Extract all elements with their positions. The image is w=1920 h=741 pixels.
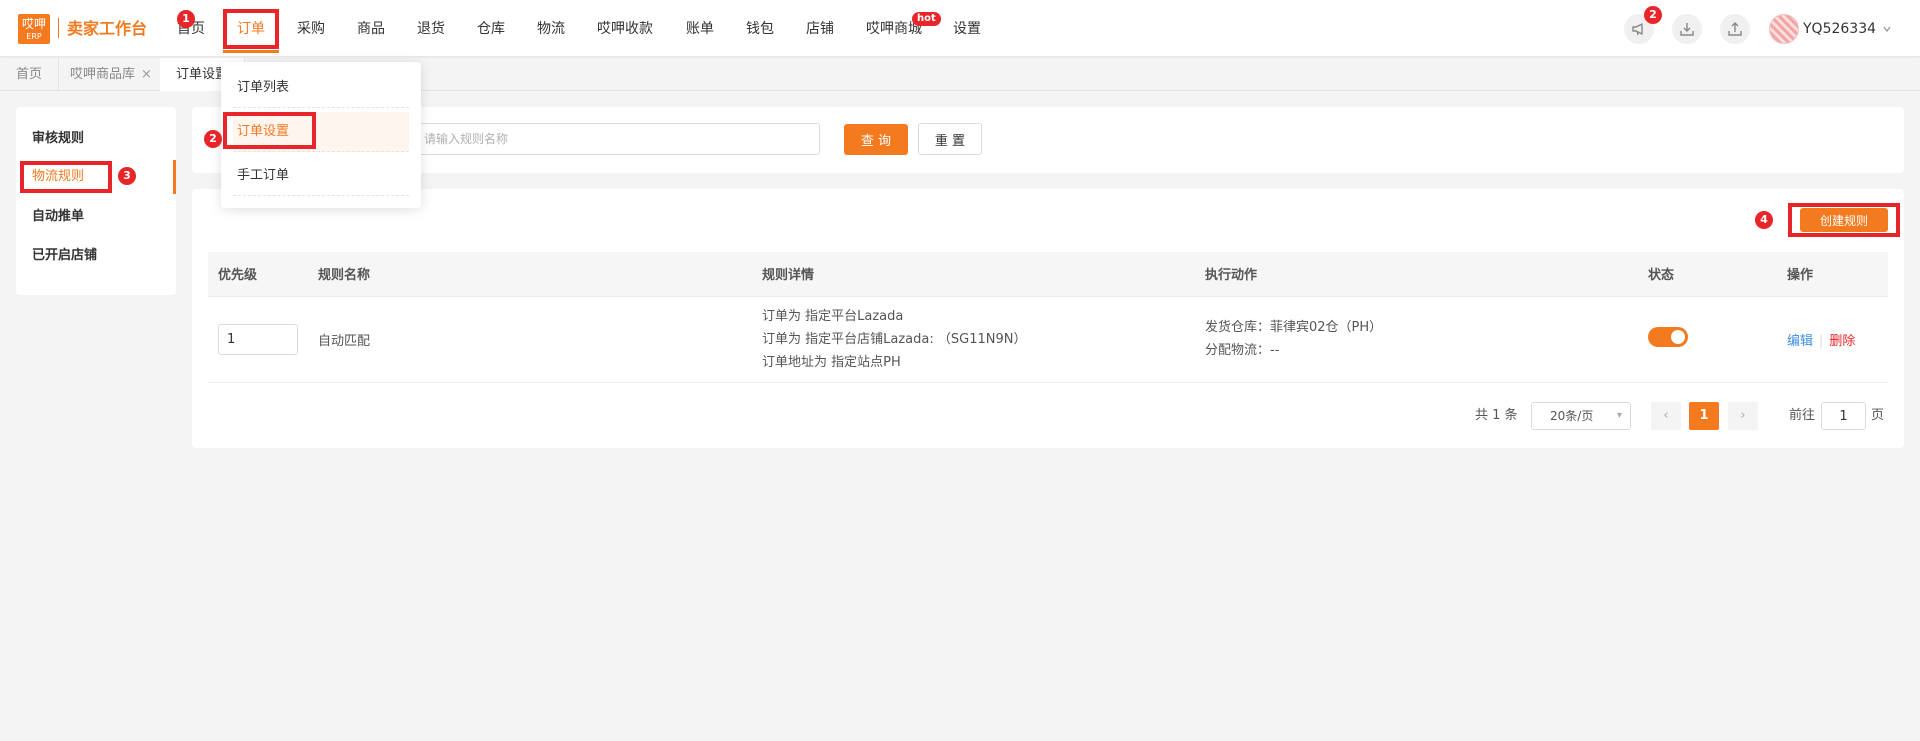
query-button[interactable]: 查 询 [844, 124, 908, 155]
column-actions: 执行动作 [1195, 252, 1638, 297]
logo-divider [58, 18, 59, 38]
nav-purchase[interactable]: 采购 [297, 19, 325, 39]
nav-bills[interactable]: 账单 [686, 19, 714, 39]
top-bar: 哎呷 ERP 卖家工作台 首页 订单 采购 商品 退货 仓库 物流 哎呷收款 账… [0, 0, 1920, 57]
avatar[interactable] [1769, 14, 1799, 44]
column-priority: 优先级 [208, 252, 308, 297]
close-icon[interactable]: × [141, 67, 152, 82]
active-nav-underline [223, 50, 279, 53]
menu-item-manual-order[interactable]: 手工订单 [233, 156, 409, 196]
tab-label: 首页 [16, 67, 43, 82]
highlight-box-order-settings [223, 112, 316, 149]
tab-label: 哎呷商品库 [70, 67, 136, 82]
priority-input[interactable] [218, 323, 298, 355]
step-marker-3: 3 [118, 167, 136, 185]
column-rule-details: 规则详情 [752, 252, 1195, 297]
page-size-value: 20条/页 [1550, 409, 1594, 423]
tab-home[interactable]: 首页 [0, 58, 60, 91]
nav-warehouse[interactable]: 仓库 [477, 19, 505, 39]
notification-badge: 2 [1644, 6, 1662, 24]
priority-cell [208, 296, 308, 383]
edit-link[interactable]: 编辑 [1787, 334, 1813, 349]
rule-detail-line: 订单为 指定平台Lazada [762, 308, 904, 324]
table-row: 自动匹配 订单为 指定平台Lazada 订单为 指定平台店铺Lazada: （S… [208, 296, 1888, 383]
nav-payments[interactable]: 哎呷收款 [597, 19, 653, 39]
logo-subtext: ERP [26, 32, 42, 41]
table-header-row: 优先级 规则名称 规则详情 执行动作 状态 操作 [208, 252, 1888, 297]
rule-action-line: 发货仓库：菲律宾02仓（PH） [1205, 320, 1383, 335]
rules-panel: 创建规则 4 优先级 规则名称 规则详情 执行动作 状态 操作 自动匹配 订单为… [192, 189, 1904, 448]
nav-wallet[interactable]: 钱包 [746, 19, 774, 39]
highlight-box-create-rule [1788, 203, 1900, 237]
status-cell [1638, 296, 1777, 383]
nav-logistics[interactable]: 物流 [537, 19, 565, 39]
nav-stores[interactable]: 店铺 [806, 19, 834, 39]
pagination-total: 共 1 条 [1475, 408, 1518, 423]
brand-title: 卖家工作台 [67, 19, 148, 38]
nav-returns[interactable]: 退货 [417, 19, 445, 39]
goto-label: 前往 [1789, 408, 1816, 423]
menu-item-order-list[interactable]: 订单列表 [233, 68, 409, 108]
rule-name-input[interactable] [415, 123, 820, 155]
step-marker-1: 1 [177, 10, 195, 28]
delete-link[interactable]: 删除 [1829, 334, 1855, 349]
chevron-down-icon[interactable] [1882, 23, 1892, 38]
next-page-button[interactable]: › [1728, 402, 1758, 430]
nav-products[interactable]: 商品 [357, 19, 385, 39]
reset-button[interactable]: 重 置 [918, 123, 982, 155]
goto-page-input[interactable] [1821, 402, 1866, 430]
column-status: 状态 [1638, 252, 1777, 297]
sidebar-item-enabled-stores[interactable]: 已开启店铺 [32, 247, 97, 265]
tab-product-library[interactable]: 哎呷商品库 × [54, 58, 169, 91]
search-panel: 查 询 重 置 [192, 107, 1904, 173]
status-toggle[interactable] [1648, 327, 1688, 347]
upload-icon[interactable] [1720, 14, 1750, 44]
rule-action-line: 分配物流：-- [1205, 343, 1280, 358]
sidebar-item-auto-push[interactable]: 自动推单 [32, 208, 84, 226]
highlight-box-orders [223, 9, 279, 49]
download-icon[interactable] [1672, 14, 1702, 44]
rule-detail-line: 订单地址为 指定站点PH [762, 354, 901, 370]
sidebar-item-review-rules[interactable]: 审核规则 [32, 130, 84, 148]
column-operations: 操作 [1777, 252, 1888, 297]
rule-actions-cell: 发货仓库：菲律宾02仓（PH） 分配物流：-- [1195, 296, 1638, 383]
logo-text: 哎呷 [21, 17, 46, 31]
rule-detail-line: 订单为 指定平台店铺Lazada: （SG11N9N） [762, 331, 1027, 347]
page-size-select[interactable]: 20条/页 ▾ [1531, 402, 1631, 430]
toggle-knob [1671, 330, 1685, 344]
chevron-down-icon: ▾ [1616, 410, 1622, 421]
page-number-1[interactable]: 1 [1689, 402, 1719, 430]
page-suffix-label: 页 [1871, 408, 1885, 423]
step-marker-2: 2 [204, 130, 222, 148]
operations-cell: 编辑 | 删除 [1777, 296, 1888, 383]
highlight-box-logistics-rules [20, 161, 112, 193]
step-marker-4: 4 [1755, 211, 1773, 229]
rules-sidebar: 审核规则 物流规则 自动推单 已开启店铺 3 [16, 107, 176, 295]
rule-details-cell: 订单为 指定平台Lazada 订单为 指定平台店铺Lazada: （SG11N9… [752, 296, 1195, 383]
operation-divider: | [1819, 333, 1824, 349]
username[interactable]: YQ526334 [1803, 19, 1876, 39]
column-rule-name: 规则名称 [308, 252, 752, 297]
active-indicator [173, 160, 176, 194]
logo: 哎呷 ERP [18, 14, 50, 44]
rule-name-cell: 自动匹配 [308, 296, 752, 383]
rules-table: 优先级 规则名称 规则详情 执行动作 状态 操作 自动匹配 订单为 指定平台La… [208, 252, 1888, 383]
hot-badge: hot [912, 12, 941, 26]
prev-page-button[interactable]: ‹ [1651, 402, 1681, 430]
nav-settings[interactable]: 设置 [953, 19, 981, 39]
